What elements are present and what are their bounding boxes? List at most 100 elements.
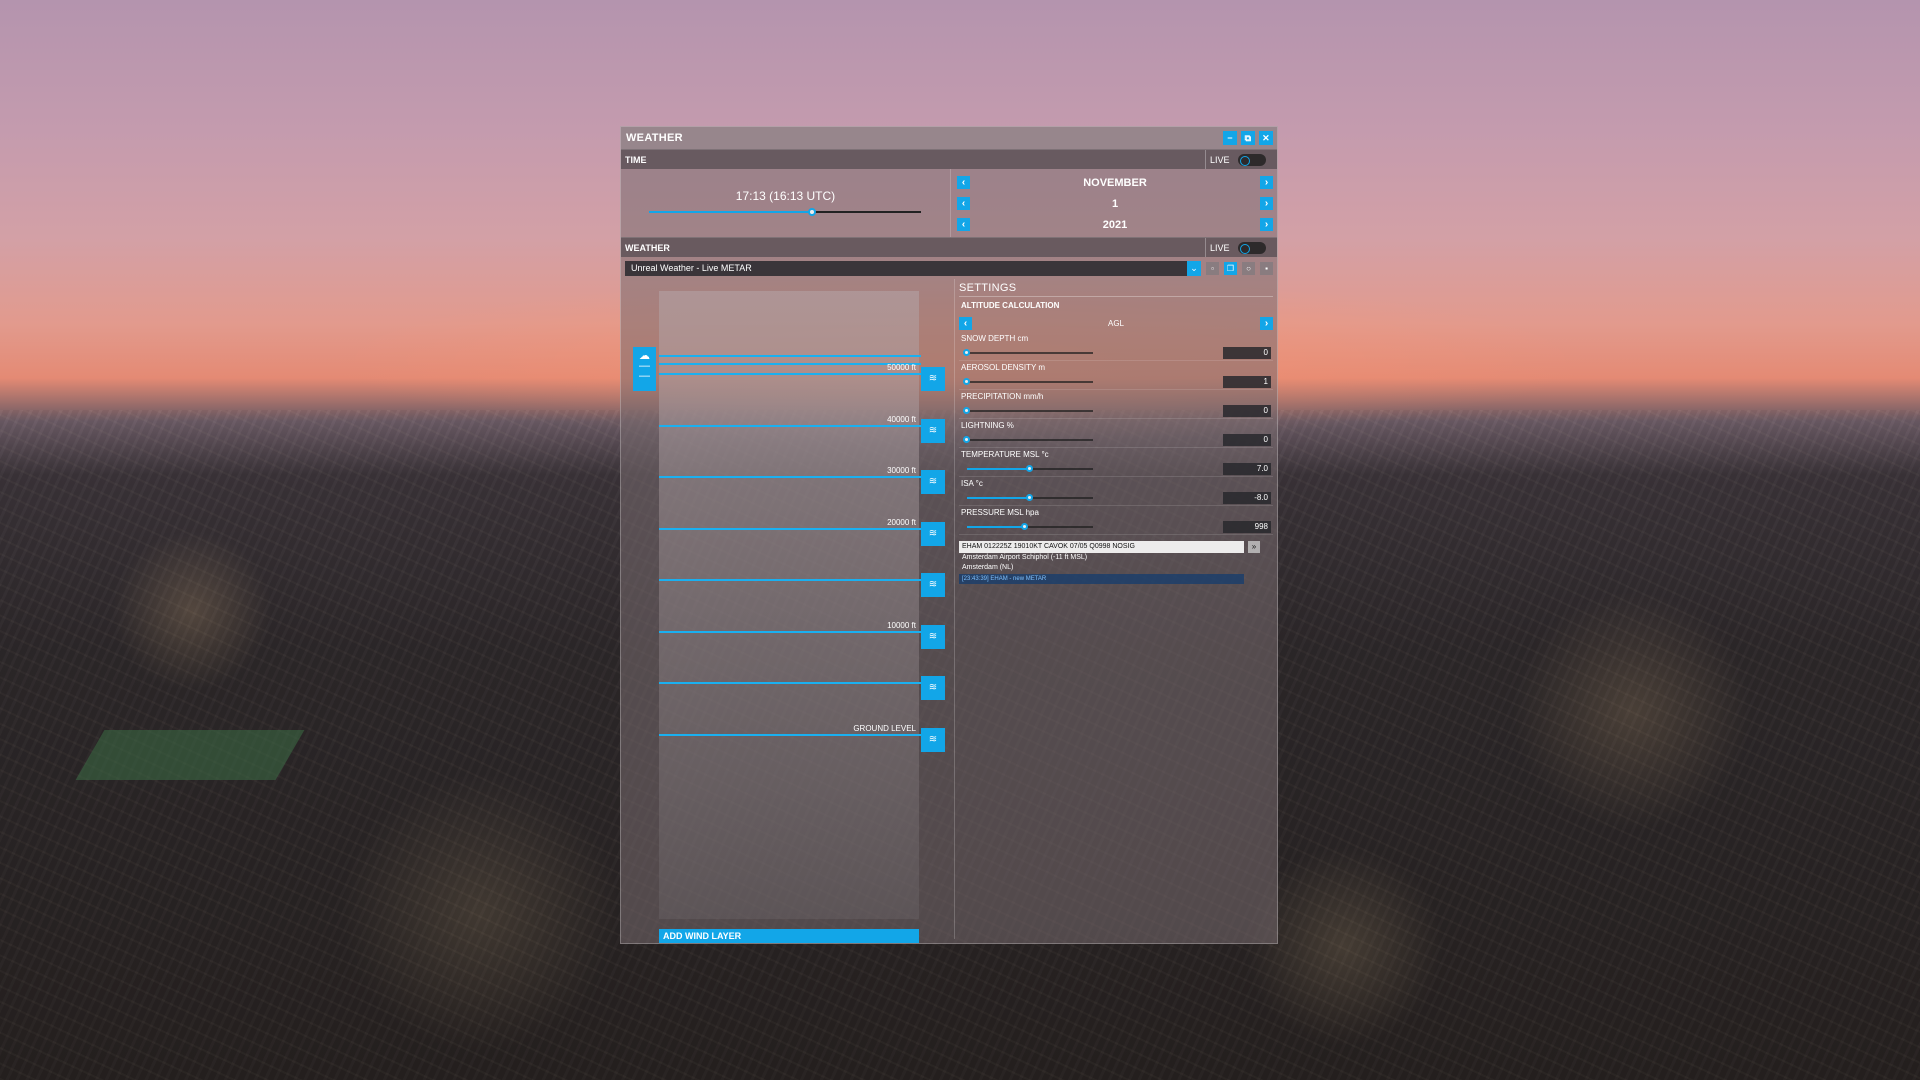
settings-list: SNOW DEPTH cm 0 AEROSOL DENSITY m 1 PRECIPIT… [959, 332, 1273, 535]
setting-slider[interactable] [967, 494, 1093, 501]
month-next-button[interactable]: › [1260, 176, 1273, 189]
wind-layer-icon[interactable]: ≋ [921, 676, 945, 700]
weather-live-box: LIVE [1205, 238, 1277, 257]
weather-section-bar: WEATHER LIVE [621, 237, 1277, 257]
setting-row: PRESSURE MSL hpa 998 [959, 506, 1273, 535]
setting-value-input[interactable]: 0 [1223, 405, 1271, 417]
setting-slider[interactable] [963, 378, 1093, 385]
setting-value-input[interactable]: -8.0 [1223, 492, 1271, 504]
wind-layer-icon[interactable]: ≋ [921, 367, 945, 391]
year-next-button[interactable]: › [1260, 218, 1273, 231]
setting-label: ISA °c [961, 479, 983, 488]
wind-layer-line[interactable] [659, 630, 921, 633]
wind-layer-icon[interactable]: ≋ [921, 418, 945, 443]
weather-live-toggle[interactable] [1237, 241, 1266, 254]
cloud-layer-handle[interactable]: ☁ — — [633, 347, 656, 391]
setting-slider[interactable] [967, 523, 1093, 530]
time-area: 17:13 (16:13 UTC) ‹ NOVEMBER › ‹ 1 › ‹ 2… [621, 169, 1277, 237]
setting-slider[interactable] [963, 407, 1093, 414]
setting-slider-knob[interactable] [963, 407, 970, 414]
altitude-label: 30000 ft [887, 466, 916, 475]
cloud-layer-line[interactable] [659, 363, 921, 365]
setting-slider-knob[interactable] [963, 436, 970, 443]
wind-layer-line[interactable] [659, 527, 921, 530]
wind-layer-icon[interactable]: ≋ [921, 624, 945, 649]
month-prev-button[interactable]: ‹ [957, 176, 970, 189]
year-row: ‹ 2021 › [957, 215, 1273, 234]
day-prev-button[interactable]: ‹ [957, 197, 970, 210]
weather-body: ☁ — — ADD WIND LAYER 50000 ft ≋ 40000 ft ≋ 30… [621, 279, 1277, 943]
wind-layer-line[interactable] [659, 424, 921, 427]
cloud-layer-line[interactable] [659, 355, 921, 357]
setting-value-input[interactable]: 1 [1223, 376, 1271, 388]
setting-label: PRECIPITATION mm/h [961, 392, 1044, 401]
copy-icon[interactable]: ❐ [1224, 261, 1237, 275]
chevron-down-icon[interactable]: ⌄ [1187, 260, 1201, 276]
add-wind-layer-button[interactable]: ADD WIND LAYER [659, 929, 919, 943]
wind-layer-icon[interactable]: ≋ [921, 727, 945, 752]
setting-slider-fill [967, 468, 1030, 470]
time-slider[interactable] [649, 208, 921, 216]
year-prev-button[interactable]: ‹ [957, 218, 970, 231]
altitude-label: 20000 ft [887, 517, 916, 527]
setting-slider-fill [967, 526, 1025, 528]
setting-slider-knob[interactable] [1020, 523, 1028, 530]
setting-row: PRECIPITATION mm/h 0 [959, 390, 1273, 419]
minimize-button[interactable]: − [1223, 131, 1237, 145]
setting-value-input[interactable]: 7.0 [1223, 463, 1271, 475]
setting-slider-knob[interactable] [963, 378, 970, 385]
station-city: Amsterdam (NL) [962, 564, 1014, 571]
time-clock-panel: 17:13 (16:13 UTC) [621, 169, 951, 237]
window-titlebar[interactable]: WEATHER − ⧉ ✕ [621, 127, 1277, 149]
setting-value-input[interactable]: 998 [1223, 521, 1271, 533]
day-value: 1 [1111, 197, 1119, 210]
time-live-toggle[interactable] [1237, 153, 1266, 166]
day-next-button[interactable]: › [1260, 197, 1273, 210]
wind-layer-icon[interactable]: ≋ [921, 573, 945, 597]
setting-slider[interactable] [963, 436, 1093, 443]
metar-input[interactable]: EHAM 012225Z 19010KT CAVOK 07/05 Q0998 N… [959, 541, 1260, 553]
time-live-label: LIVE [1210, 154, 1230, 165]
setting-value-input[interactable]: 0 [1223, 434, 1271, 446]
setting-slider-knob[interactable] [963, 349, 970, 356]
setting-label: LIGHTNING % [961, 421, 1014, 430]
popout-button[interactable]: ⧉ [1241, 131, 1255, 145]
weather-live-label: LIVE [1210, 242, 1230, 253]
setting-slider-knob[interactable] [1026, 465, 1033, 472]
wind-layer-line[interactable] [659, 733, 921, 736]
weather-window: WEATHER − ⧉ ✕ TIME LIVE 17:13 (16:13 UTC… [620, 126, 1278, 944]
setting-row: TEMPERATURE MSL °c 7.0 [959, 448, 1273, 477]
setting-value-input[interactable]: 0 [1223, 347, 1271, 359]
setting-row: ISA °c -8.0 [959, 477, 1273, 506]
wind-layer-line[interactable] [659, 476, 921, 478]
trash-icon[interactable]: ▪ [1260, 261, 1273, 275]
clock-readout: 17:13 (16:13 UTC) [735, 189, 836, 203]
wind-layer-icon[interactable]: ≋ [921, 521, 945, 546]
atmosphere-column [659, 291, 919, 919]
altitude-label: 50000 ft [887, 363, 916, 372]
wind-layer-line[interactable] [659, 579, 921, 581]
metar-text: EHAM 012225Z 19010KT CAVOK 07/05 Q0998 N… [962, 543, 1135, 550]
altitude-calc-prev-button[interactable]: ‹ [959, 316, 972, 330]
wind-layer-line[interactable] [659, 373, 921, 375]
setting-slider-knob[interactable] [1026, 494, 1033, 501]
setting-slider[interactable] [967, 465, 1093, 472]
wind-layer-line[interactable] [659, 682, 921, 684]
window-title: WEATHER [626, 132, 683, 144]
weather-preset-select[interactable]: Unreal Weather - Live METAR ⌄ [625, 260, 1201, 276]
setting-row: AEROSOL DENSITY m 1 [959, 361, 1273, 390]
reset-icon[interactable]: ○ [1242, 261, 1255, 275]
altitude-calc-next-button[interactable]: › [1260, 316, 1273, 330]
save-icon[interactable]: ▫ [1206, 261, 1219, 275]
preset-row: Unreal Weather - Live METAR ⌄ ▫ ❐ ○ ▪ [621, 257, 1277, 279]
setting-slider[interactable] [963, 349, 1093, 356]
altitude-label: 40000 ft [887, 414, 916, 424]
altitude-layers-panel: ☁ — — ADD WIND LAYER 50000 ft ≋ 40000 ft ≋ 30… [621, 279, 955, 943]
setting-label: AEROSOL DENSITY m [961, 363, 1046, 372]
year-value: 2021 [1102, 218, 1128, 231]
time-slider-knob[interactable] [808, 208, 817, 216]
time-live-box: LIVE [1205, 150, 1277, 169]
metar-clear-icon[interactable]: » [1248, 541, 1260, 553]
close-button[interactable]: ✕ [1259, 131, 1273, 145]
wind-layer-icon[interactable]: ≋ [921, 470, 945, 494]
